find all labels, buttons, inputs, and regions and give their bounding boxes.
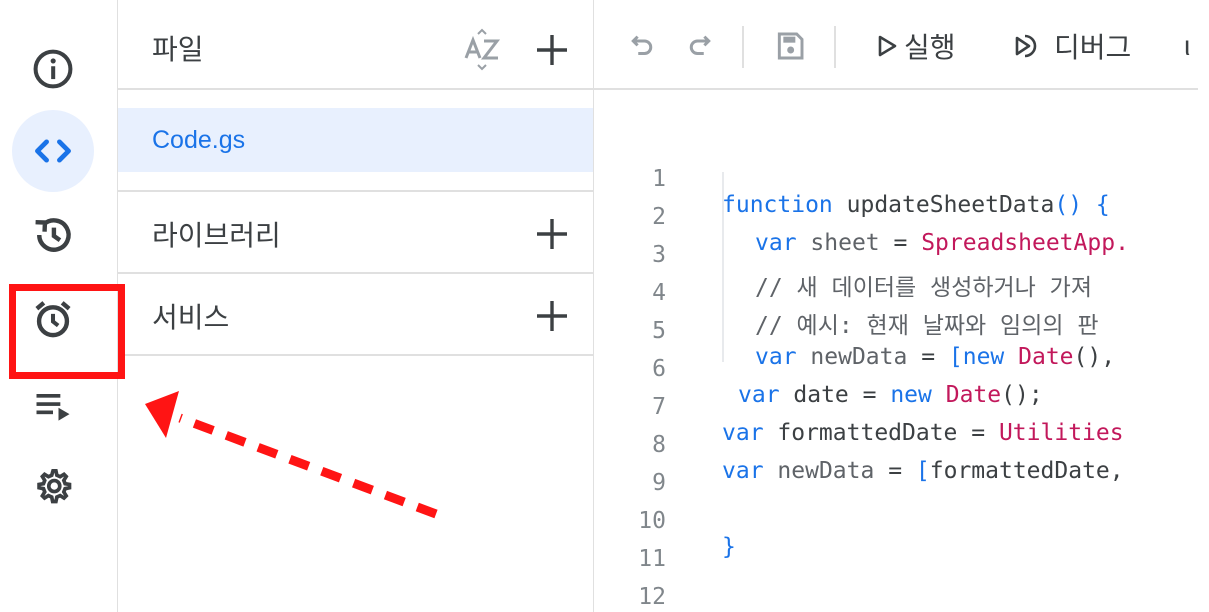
sort-az-icon (464, 28, 501, 71)
libraries-label: 라이브러리 (152, 220, 281, 251)
editor-button[interactable] (12, 110, 94, 192)
cut-off-label: ι (1184, 30, 1191, 61)
editor-toolbar: 실행 디버그 ι (594, 0, 1198, 90)
history-button[interactable] (12, 194, 94, 276)
code-line: 4 // 예시: 현재 날짜와 임의의 판 (594, 254, 1198, 339)
sort-files-button[interactable] (462, 28, 508, 72)
debug-button[interactable]: 디버그 (1014, 26, 1131, 66)
plus-icon (537, 219, 567, 249)
section-divider (118, 354, 593, 356)
plus-icon (537, 301, 567, 331)
file-name: Code.gs (152, 126, 246, 154)
file-item-code-gs[interactable]: Code.gs (118, 108, 593, 172)
history-icon (35, 218, 71, 252)
debug-label: 디버그 (1054, 32, 1132, 63)
window-edge (1198, 0, 1209, 612)
toolbar-separator (742, 26, 744, 68)
code-line: 6 var date = new Date(); (594, 330, 1198, 408)
code-editor: 실행 디버그 ι 1 function updateSheetData() { … (594, 0, 1198, 612)
code-icon (35, 139, 71, 163)
gear-icon (37, 469, 72, 504)
debug-icon (1015, 34, 1037, 58)
code-line: 3 // 새 데이터를 생성하거나 가져 (594, 216, 1198, 301)
overview-button[interactable] (12, 28, 94, 110)
files-panel: 파일 Code.gs 라이브러리 서비스 (118, 0, 594, 612)
code-line: 8 var newData = [formattedDate, (594, 406, 1198, 484)
code-line: 1 function updateSheetData() { (594, 140, 1198, 218)
code-line: 10 } (594, 482, 1198, 560)
files-header: 파일 (118, 0, 593, 90)
add-service-button[interactable] (530, 294, 574, 338)
code-line: 11 (594, 520, 1198, 572)
run-label: 실행 (904, 32, 956, 63)
settings-button[interactable] (12, 446, 94, 528)
add-file-button[interactable] (530, 28, 574, 72)
services-section: 서비스 (118, 272, 593, 356)
services-label: 서비스 (152, 302, 230, 333)
code-line: 7 var formattedDate = Utilities (594, 368, 1198, 446)
info-icon (33, 49, 73, 89)
code-line: 9 (594, 444, 1198, 496)
line-number: 12 (638, 584, 666, 610)
redo-icon (689, 35, 711, 55)
toolbar-separator (834, 26, 836, 68)
code-line: 5 var newData = [new Date(), (594, 292, 1198, 370)
files-title: 파일 (152, 34, 204, 65)
executions-icon (36, 394, 70, 421)
plus-icon (537, 35, 567, 65)
undo-icon (631, 35, 653, 55)
save-button[interactable] (770, 26, 810, 66)
add-library-button[interactable] (530, 212, 574, 256)
annotation-highlight-box (9, 284, 125, 379)
undo-button[interactable] (622, 26, 662, 66)
run-button[interactable]: 실행 (876, 26, 956, 66)
redo-button[interactable] (680, 26, 720, 66)
save-icon (777, 32, 804, 60)
code-line: 12 (594, 558, 1198, 610)
code-line: 2 var sheet = SpreadsheetApp. (594, 178, 1198, 256)
libraries-section: 라이브러리 (118, 190, 593, 274)
more-actions-button[interactable]: ι (1184, 26, 1190, 66)
play-icon (878, 35, 897, 57)
